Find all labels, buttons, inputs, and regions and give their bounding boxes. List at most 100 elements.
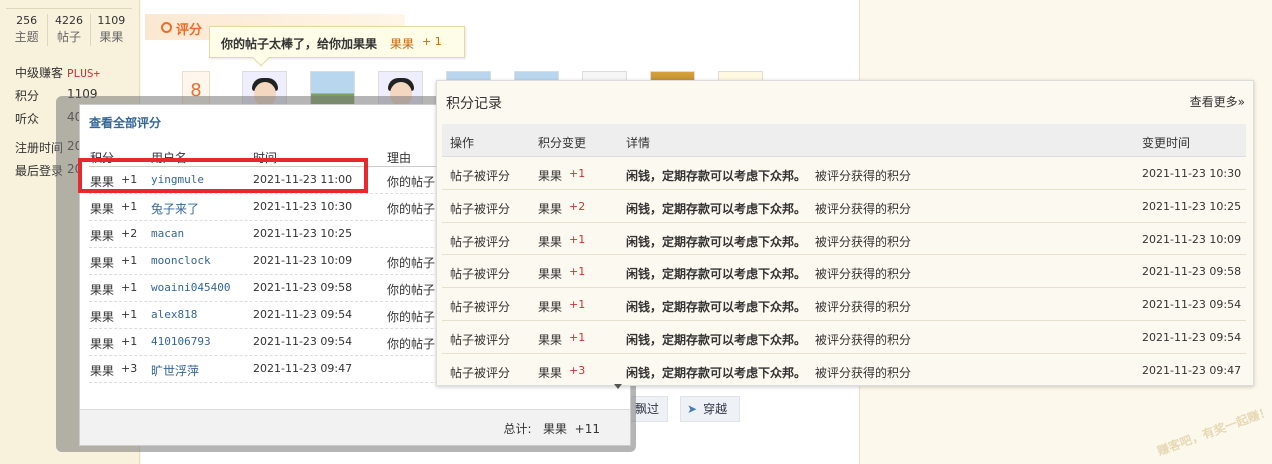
tooltip-text: 你的帖子太棒了，给你加果果 (221, 37, 378, 51)
points-action: 帖子被评分 (450, 267, 511, 282)
points-line: 积分 1109 (15, 87, 98, 104)
points-action: 帖子被评分 (450, 365, 511, 380)
thread-title-link[interactable]: 闲钱，定期存款可以考虑下众邦。 (626, 200, 806, 217)
header-time: 变更时间 (1142, 136, 1191, 150)
stat-posts-num: 4226 (54, 14, 83, 27)
points-row: 帖子被评分 果果 +1 闲钱，定期存款可以考虑下众邦。 被评分获得的积分 2021-11-… (442, 321, 1246, 354)
points-time: 2021-11-23 10:30 (1142, 167, 1242, 180)
thread-title-link[interactable]: 闲钱，定期存款可以考虑下众邦。 (626, 233, 806, 250)
rate-reason: 你的帖子 (387, 202, 436, 216)
rate-time: 2021-11-23 09:54 (253, 335, 353, 348)
rate-item: 果果 (90, 310, 115, 324)
paper-plane-icon: ➤ (687, 402, 698, 416)
points-panel-title: 积分记录 (446, 96, 502, 112)
points-note: 被评分获得的积分 (815, 365, 912, 380)
points-item: 果果 (538, 332, 563, 347)
points-action: 帖子被评分 (450, 300, 511, 315)
points-item: 果果 (538, 169, 563, 183)
rate-section-label: 评分 (176, 23, 203, 38)
points-note: 被评分获得的积分 (815, 169, 912, 183)
rate-reason: 你的帖子 (387, 256, 436, 270)
traverse-label: 穿越 (703, 402, 728, 416)
points-item: 果果 (538, 201, 563, 216)
rate-item: 果果 (90, 283, 115, 297)
rate-tooltip: 你的帖子太棒了，给你加果果 果果 + 1 (209, 26, 465, 67)
listeners-line: 听众40 (15, 110, 82, 127)
rate-amount: +1 (121, 254, 138, 267)
stat-fruits-label: 果果 (99, 30, 124, 44)
stat-posts[interactable]: 4226 帖子 (48, 14, 91, 46)
thread-title-link[interactable]: 闲钱，定期存款可以考虑下众邦。 (626, 167, 806, 184)
points-note: 被评分获得的积分 (815, 300, 912, 315)
points-amount: +1 (569, 232, 586, 246)
points-action: 帖子被评分 (450, 234, 511, 249)
rate-user-link[interactable]: alex818 (151, 308, 197, 321)
points-time: 2021-11-23 10:25 (1142, 199, 1242, 213)
thread-title-link[interactable]: 闲钱，定期存款可以考虑下众邦。 (626, 331, 806, 348)
points-amount: +2 (569, 199, 586, 213)
float-label: 飘过 (635, 402, 660, 416)
highlight-box (78, 158, 368, 193)
points-note: 被评分获得的积分 (815, 234, 912, 249)
points-time: 2021-11-23 09:47 (1142, 363, 1242, 377)
rate-reason: 你的帖子 (387, 175, 436, 189)
points-amount: +1 (569, 298, 586, 312)
plus-badge: PLUS+ (67, 67, 101, 80)
points-row: 帖子被评分 果果 +1 闲钱，定期存款可以考虑下众邦。 被评分获得的积分 2021-11-… (442, 223, 1246, 256)
points-action: 帖子被评分 (450, 201, 511, 216)
rate-amount: +1 (121, 308, 138, 321)
rate-total: 总计: 果果 +11 (504, 420, 600, 437)
traverse-button[interactable]: ➤ 穿越 (680, 396, 740, 422)
points-item: 果果 (538, 365, 563, 380)
thread-title-link[interactable]: 闲钱，定期存款可以考虑下众邦。 (626, 364, 806, 381)
stat-fruits-num: 1109 (97, 14, 126, 27)
rate-user-link[interactable]: 旷世浮萍 (151, 362, 199, 379)
points-row: 帖子被评分 果果 +1 闲钱，定期存款可以考虑下众邦。 被评分获得的积分 2021-11-… (442, 288, 1246, 321)
stat-topics-label: 主题 (14, 30, 39, 44)
rate-dialog-title: 查看全部评分 (89, 116, 162, 130)
rate-user-link[interactable]: woaini045400 (151, 281, 230, 294)
points-row: 帖子被评分 果果 +2 闲钱，定期存款可以考虑下众邦。 被评分获得的积分 2021-11-… (442, 190, 1246, 223)
stat-topics[interactable]: 256 主题 (6, 14, 49, 46)
points-time: 2021-11-23 09:54 (1142, 298, 1242, 312)
rate-time: 2021-11-23 09:47 (253, 362, 353, 375)
thread-title-link[interactable]: 闲钱，定期存款可以考虑下众邦。 (626, 265, 806, 282)
rate-user-link[interactable]: macan (151, 227, 184, 240)
rate-amount: +2 (121, 227, 138, 240)
rate-user-link[interactable]: 兔子来了 (151, 200, 199, 217)
header-detail: 详情 (626, 136, 651, 150)
view-more-link[interactable]: 查看更多» (1190, 93, 1245, 110)
points-item: 果果 (538, 234, 563, 249)
points-label: 积分 (15, 89, 40, 103)
points-note: 被评分获得的积分 (815, 201, 912, 216)
points-amount: +1 (569, 330, 586, 344)
rate-time: 2021-11-23 10:25 (253, 227, 353, 240)
stat-fruits[interactable]: 1109 果果 (91, 14, 132, 46)
header-action: 操作 (450, 136, 475, 150)
rate-amount: +1 (121, 281, 138, 294)
header-reason: 理由 (387, 151, 412, 165)
points-note: 被评分获得的积分 (815, 332, 912, 347)
rate-user-link[interactable]: 410106793 (151, 335, 211, 348)
points-item: 果果 (538, 267, 563, 282)
points-action: 帖子被评分 (450, 169, 511, 183)
rate-ring-icon (161, 22, 172, 33)
rate-reason: 你的帖子 (387, 283, 436, 297)
header-change: 积分变更 (538, 136, 587, 150)
rate-item: 果果 (90, 337, 115, 351)
total-label: 总计: (503, 422, 532, 436)
scroll-down-arrow-icon[interactable] (614, 384, 622, 389)
points-amount: +1 (569, 167, 586, 180)
points-table: 操作 积分变更 详情 变更时间 帖子被评分 果果 +1 闲钱，定期存款可以考虑下众邦。… (442, 124, 1246, 387)
rate-item: 果果 (90, 256, 115, 270)
rate-user-link[interactable]: moonclock (151, 254, 211, 267)
thread-title-link[interactable]: 闲钱，定期存款可以考虑下众邦。 (626, 298, 806, 315)
rate-time: 2021-11-23 10:30 (253, 200, 353, 213)
points-note: 被评分获得的积分 (815, 267, 912, 282)
tooltip-amount: + 1 (422, 35, 442, 48)
user-rank[interactable]: 中级赚客 PLUS+ (15, 64, 100, 81)
listeners-label: 听众 (15, 112, 40, 126)
points-record-panel: 积分记录 查看更多» 操作 积分变更 详情 变更时间 帖子被评分 果果 +1 闲钱，定… (436, 80, 1254, 386)
total-amount: +11 (574, 422, 600, 436)
points-action: 帖子被评分 (450, 332, 511, 347)
